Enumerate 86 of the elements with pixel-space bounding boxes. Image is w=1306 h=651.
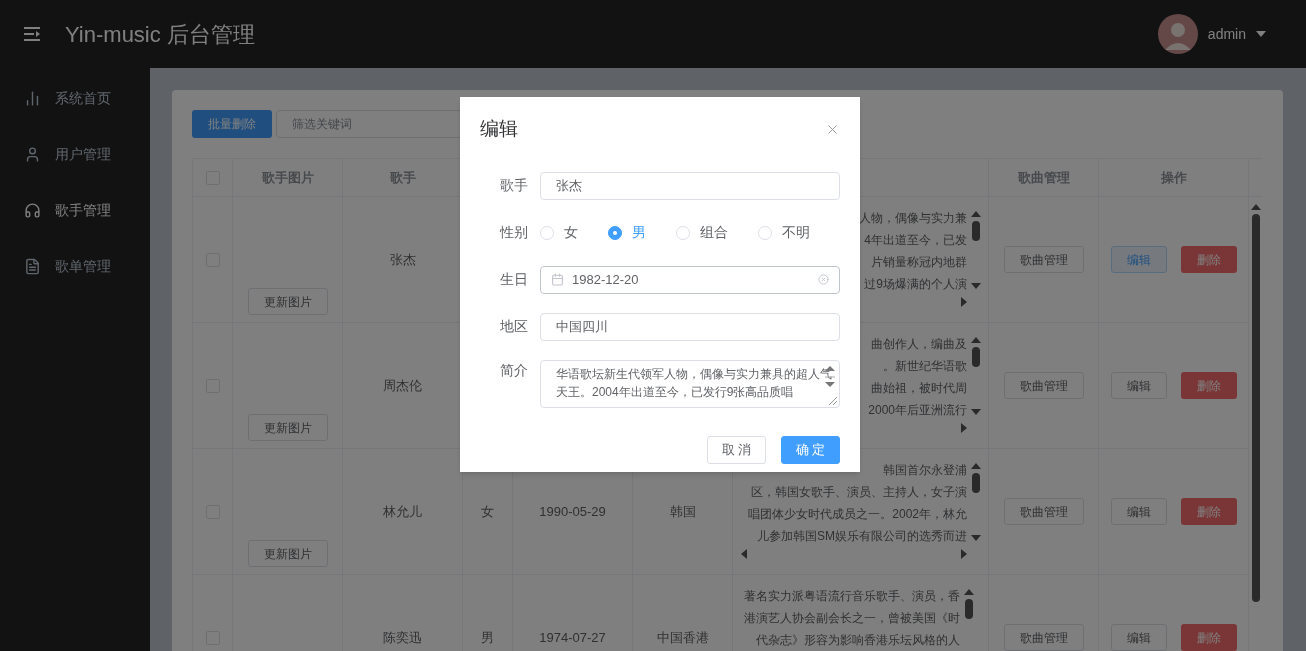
menu-icon[interactable]: [24, 27, 42, 41]
singer-name: 陈奕迅: [383, 628, 422, 647]
gender-text: 男: [481, 628, 494, 647]
app-title: Yin-music 后台管理: [65, 20, 255, 49]
delete-button[interactable]: 删除: [1180, 624, 1237, 651]
scroll-down-icon[interactable]: [971, 283, 981, 289]
scroll-down-icon[interactable]: [971, 535, 981, 541]
date-field[interactable]: 1982-12-20: [540, 265, 840, 294]
birthday-text: 1974-07-27: [539, 628, 606, 647]
region-text: 中国香港: [656, 628, 709, 647]
form-label: 生日: [499, 270, 528, 289]
intro-text-line: 区，韩国女歌手、演员、主持人，女子演: [751, 484, 967, 501]
edit-button[interactable]: 编辑: [1110, 498, 1167, 525]
edit-button[interactable]: 编辑: [1110, 372, 1167, 399]
username[interactable]: admin: [1207, 23, 1246, 45]
song-management-button[interactable]: 歌曲管理: [1003, 498, 1084, 525]
update-picture-button[interactable]: 更新图片: [247, 288, 328, 315]
dialog-title: 编辑: [480, 117, 518, 141]
sidebar-item[interactable]: 歌手管理: [0, 182, 150, 238]
calendar-icon: [551, 273, 564, 286]
sidebar-item[interactable]: 系统首页: [0, 70, 150, 126]
intro-text-line: 。新世纪华语歌: [883, 358, 967, 375]
scroll-right-icon[interactable]: [961, 297, 967, 307]
chart-icon: [24, 89, 41, 107]
textarea-field[interactable]: 华语歌坛新生代领军人物，偶像与实力兼具的超人气天王。2004年出道至今，已发行9张高品质唱: [540, 359, 840, 408]
user-icon: [24, 145, 41, 163]
scroll-up-icon[interactable]: [971, 211, 981, 217]
scroll-right-icon[interactable]: [961, 549, 967, 559]
delete-button[interactable]: 删除: [1180, 372, 1237, 399]
intro-text-line: 曲创作人，编曲及: [871, 336, 967, 353]
update-picture-button[interactable]: 更新图片: [247, 540, 328, 567]
radio-option[interactable]: 女: [540, 222, 578, 243]
edit-button[interactable]: 编辑: [1110, 246, 1167, 273]
birthday-text: 1990-05-29: [539, 502, 606, 521]
scroll-thumb[interactable]: [972, 347, 980, 367]
confirm-button[interactable]: 确 定: [781, 435, 840, 464]
scroll-up-icon[interactable]: [964, 589, 974, 595]
intro-text-line: 港演艺人协会副会长之一，曾被美国《时: [744, 610, 960, 627]
batch-delete-button[interactable]: 批量删除: [192, 110, 272, 138]
edit-button[interactable]: 编辑: [1110, 624, 1167, 651]
region-text: 韩国: [669, 502, 696, 521]
intro-text-line: 人物，偶像与实力兼: [859, 210, 967, 227]
sidebar-item[interactable]: 用户管理: [0, 126, 150, 182]
avatar-icon[interactable]: [1157, 14, 1198, 54]
scroll-up-icon[interactable]: [971, 337, 981, 343]
intro-text-line: 4年出道至今，已发: [864, 232, 967, 249]
sidebar-item[interactable]: 歌单管理: [0, 238, 150, 294]
intro-text-line: 2000年后亚洲流行: [868, 402, 967, 419]
text-field[interactable]: 中国四川: [540, 312, 840, 341]
intro-text-line: 儿参加韩国SM娱乐有限公司的选秀而进: [757, 528, 967, 545]
text-field[interactable]: 张杰: [540, 171, 840, 200]
song-management-button[interactable]: 歌曲管理: [1003, 624, 1084, 651]
form-label: 地区: [499, 317, 528, 336]
scroll-thumb[interactable]: [972, 473, 980, 493]
scroll-down-icon[interactable]: [971, 409, 981, 415]
radio-option[interactable]: 组合: [676, 222, 728, 243]
scroll-right-icon[interactable]: [961, 423, 967, 433]
song-management-button[interactable]: 歌曲管理: [1003, 246, 1084, 273]
intro-text-line: 过9场爆满的个人演: [864, 276, 967, 293]
scroll-left-icon[interactable]: [741, 549, 747, 559]
cancel-button[interactable]: 取 消: [707, 435, 766, 464]
gender-text: 女: [481, 502, 494, 521]
intro-text-line: 唱团体少女时代成员之一。2002年，林允: [748, 506, 967, 523]
intro-text-line: 著名实力派粤语流行音乐歌手、演员，香: [744, 588, 960, 605]
caret-icon[interactable]: [1256, 31, 1266, 37]
intro-text-line: 代杂志》形容为影响香港乐坛风格的人: [756, 632, 960, 649]
delete-button[interactable]: 删除: [1180, 246, 1237, 273]
update-picture-button[interactable]: 更新图片: [247, 414, 328, 441]
radio-option[interactable]: 男: [608, 222, 646, 243]
intro-text-line: 曲始祖，被时代周: [871, 380, 967, 397]
scroll-thumb[interactable]: [965, 599, 973, 619]
delete-button[interactable]: 删除: [1180, 498, 1237, 525]
form-label: 歌手: [499, 176, 528, 195]
radio-option[interactable]: 不明: [758, 222, 810, 243]
singer-name: 林允儿: [383, 502, 422, 521]
singer-name: 张杰: [389, 250, 416, 269]
form-label: 简介: [499, 360, 528, 380]
form-label: 性别: [498, 223, 528, 242]
scroll-thumb[interactable]: [972, 221, 980, 241]
song-management-button[interactable]: 歌曲管理: [1003, 372, 1084, 399]
scroll-up-icon[interactable]: [971, 463, 981, 469]
intro-text-line: 韩国首尔永登浦: [883, 462, 967, 479]
singer-name: 周杰伦: [383, 376, 422, 395]
intro-text-line: 片销量称冠内地群: [871, 254, 967, 271]
headphones-icon: [24, 201, 41, 219]
document-icon: [24, 257, 41, 275]
